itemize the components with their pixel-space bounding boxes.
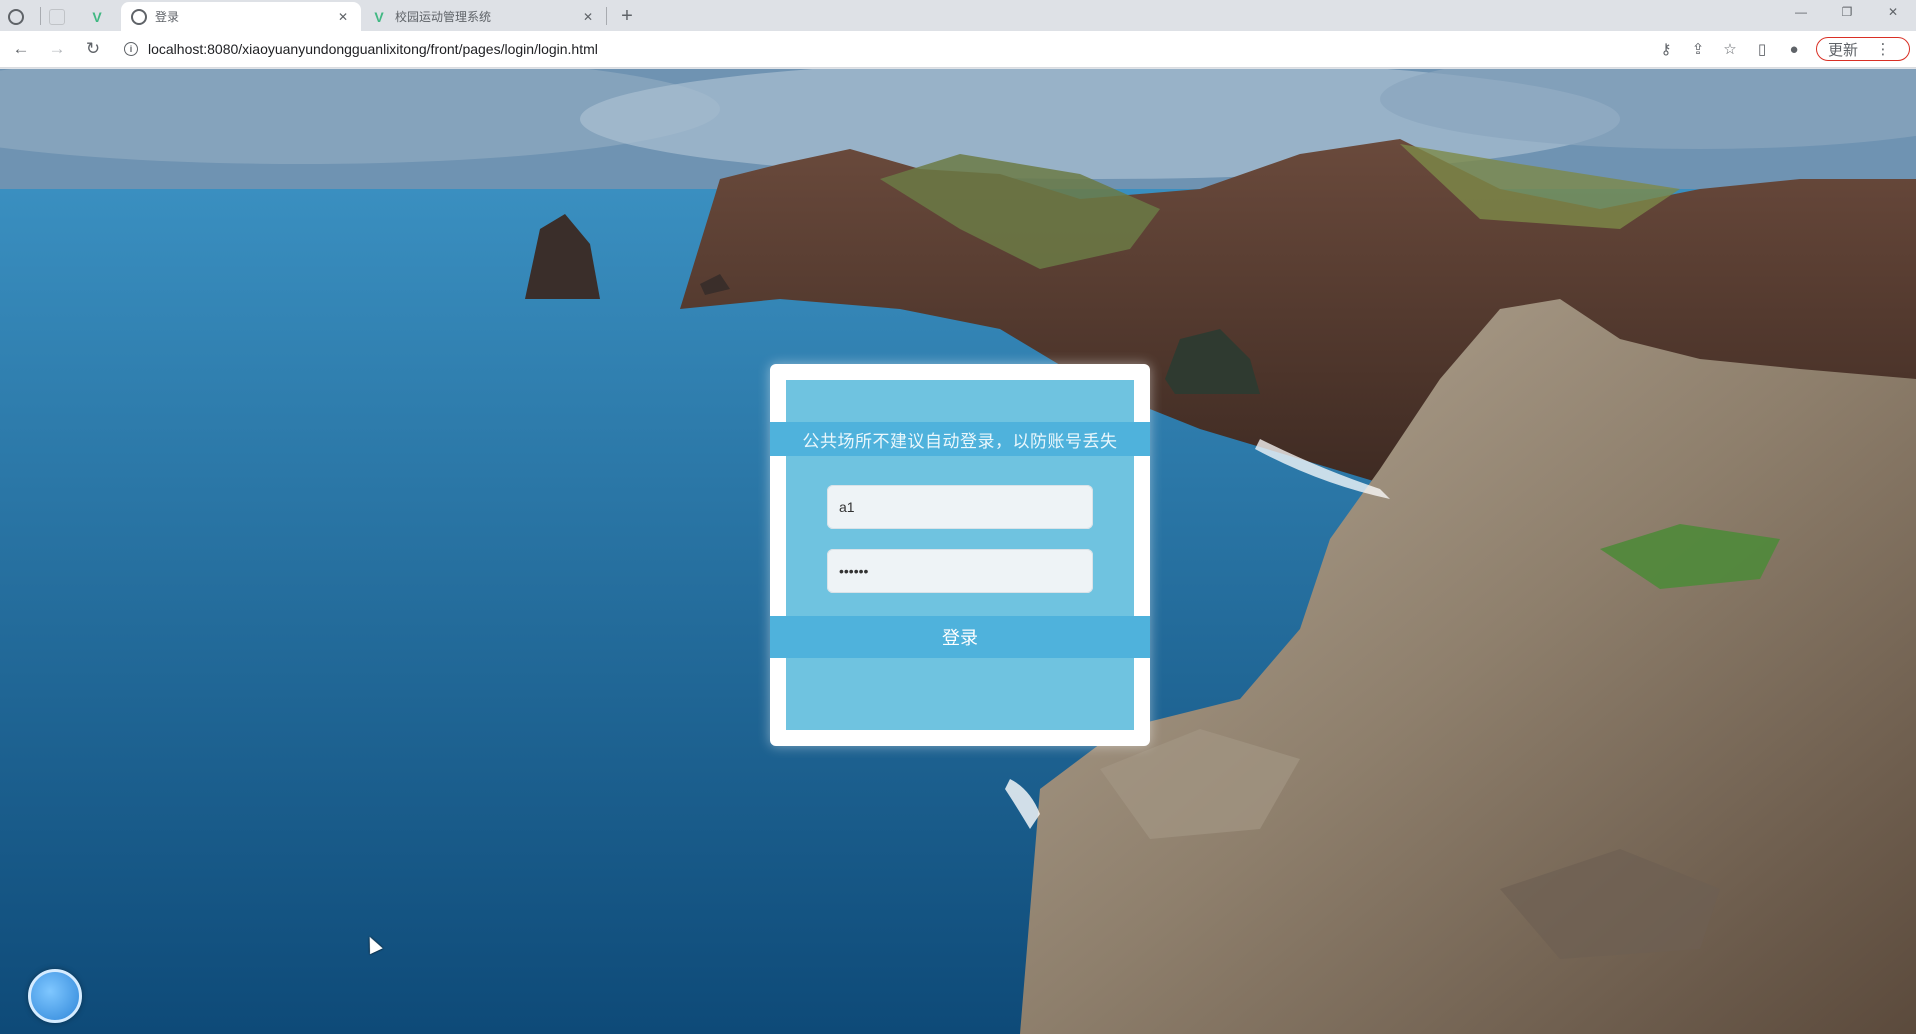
page-viewport: 公共场所不建议自动登录，以防账号丢失 登录 [0,69,1916,1034]
close-tab-icon[interactable]: ✕ [335,10,351,24]
tab-title: 校园运动管理系统 [395,10,492,24]
tab-title: 登录 [155,10,180,24]
new-tab-button[interactable]: + [613,2,641,30]
reload-button[interactable]: ↻ [78,34,108,64]
close-tab-icon[interactable]: ✕ [580,10,596,24]
side-panel-icon[interactable]: ▯ [1746,40,1778,58]
back-button[interactable]: ← [6,34,36,64]
share-icon[interactable]: ⇪ [1682,40,1714,58]
tab-system[interactable]: V 校园运动管理系统 ✕ [361,2,606,31]
key-icon[interactable]: ⚷ [1650,40,1682,58]
password-input[interactable] [827,549,1093,593]
login-title: 公共场所不建议自动登录，以防账号丢失 [770,422,1150,456]
globe-icon [8,8,24,25]
bookmark-star-icon[interactable]: ☆ [1714,40,1746,58]
browser-tab-strip: V 登录 ✕ V 校园运动管理系统 ✕ + — ❐ ✕ [0,0,1916,31]
menu-kebab-icon: ⋮ [1875,41,1891,58]
username-input[interactable] [827,485,1093,529]
profile-icon[interactable]: ● [1778,41,1810,58]
tab-pinned-2[interactable] [41,2,81,31]
window-controls: — ❐ ✕ [1778,0,1916,24]
url-text: localhost:8080/xiaoyuanyundongguanlixito… [148,41,598,57]
globe-icon [131,8,147,25]
vue-logo-icon: V [92,8,102,25]
site-info-icon[interactable]: i [124,42,138,56]
login-button[interactable]: 登录 [770,616,1150,658]
update-button[interactable]: 更新 ⋮ [1816,37,1910,61]
restore-button[interactable]: ❐ [1824,0,1870,24]
address-bar[interactable]: i localhost:8080/xiaoyuanyundongguanlixi… [118,34,1642,64]
minimize-button[interactable]: — [1778,0,1824,24]
tab-login[interactable]: 登录 ✕ [121,2,361,31]
tab-separator [606,7,607,25]
tab-pinned-3[interactable]: V [81,2,121,31]
close-window-button[interactable]: ✕ [1870,0,1916,24]
faint-link-area[interactable] [930,686,990,694]
forward-button[interactable]: → [42,34,72,64]
tab-pinned-1[interactable] [0,2,40,31]
update-label: 更新 [1827,41,1858,59]
blank-page-icon [49,8,65,25]
login-card: 公共场所不建议自动登录，以防账号丢失 登录 [770,364,1150,746]
browser-toolbar: ← → ↻ i localhost:8080/xiaoyuanyundonggu… [0,31,1916,68]
vue-logo-icon: V [374,8,384,25]
toolbar-icons: ⚷ ⇪ ☆ ▯ ● 更新 ⋮ [1650,37,1910,61]
floating-assistant-ball[interactable] [28,969,82,1023]
